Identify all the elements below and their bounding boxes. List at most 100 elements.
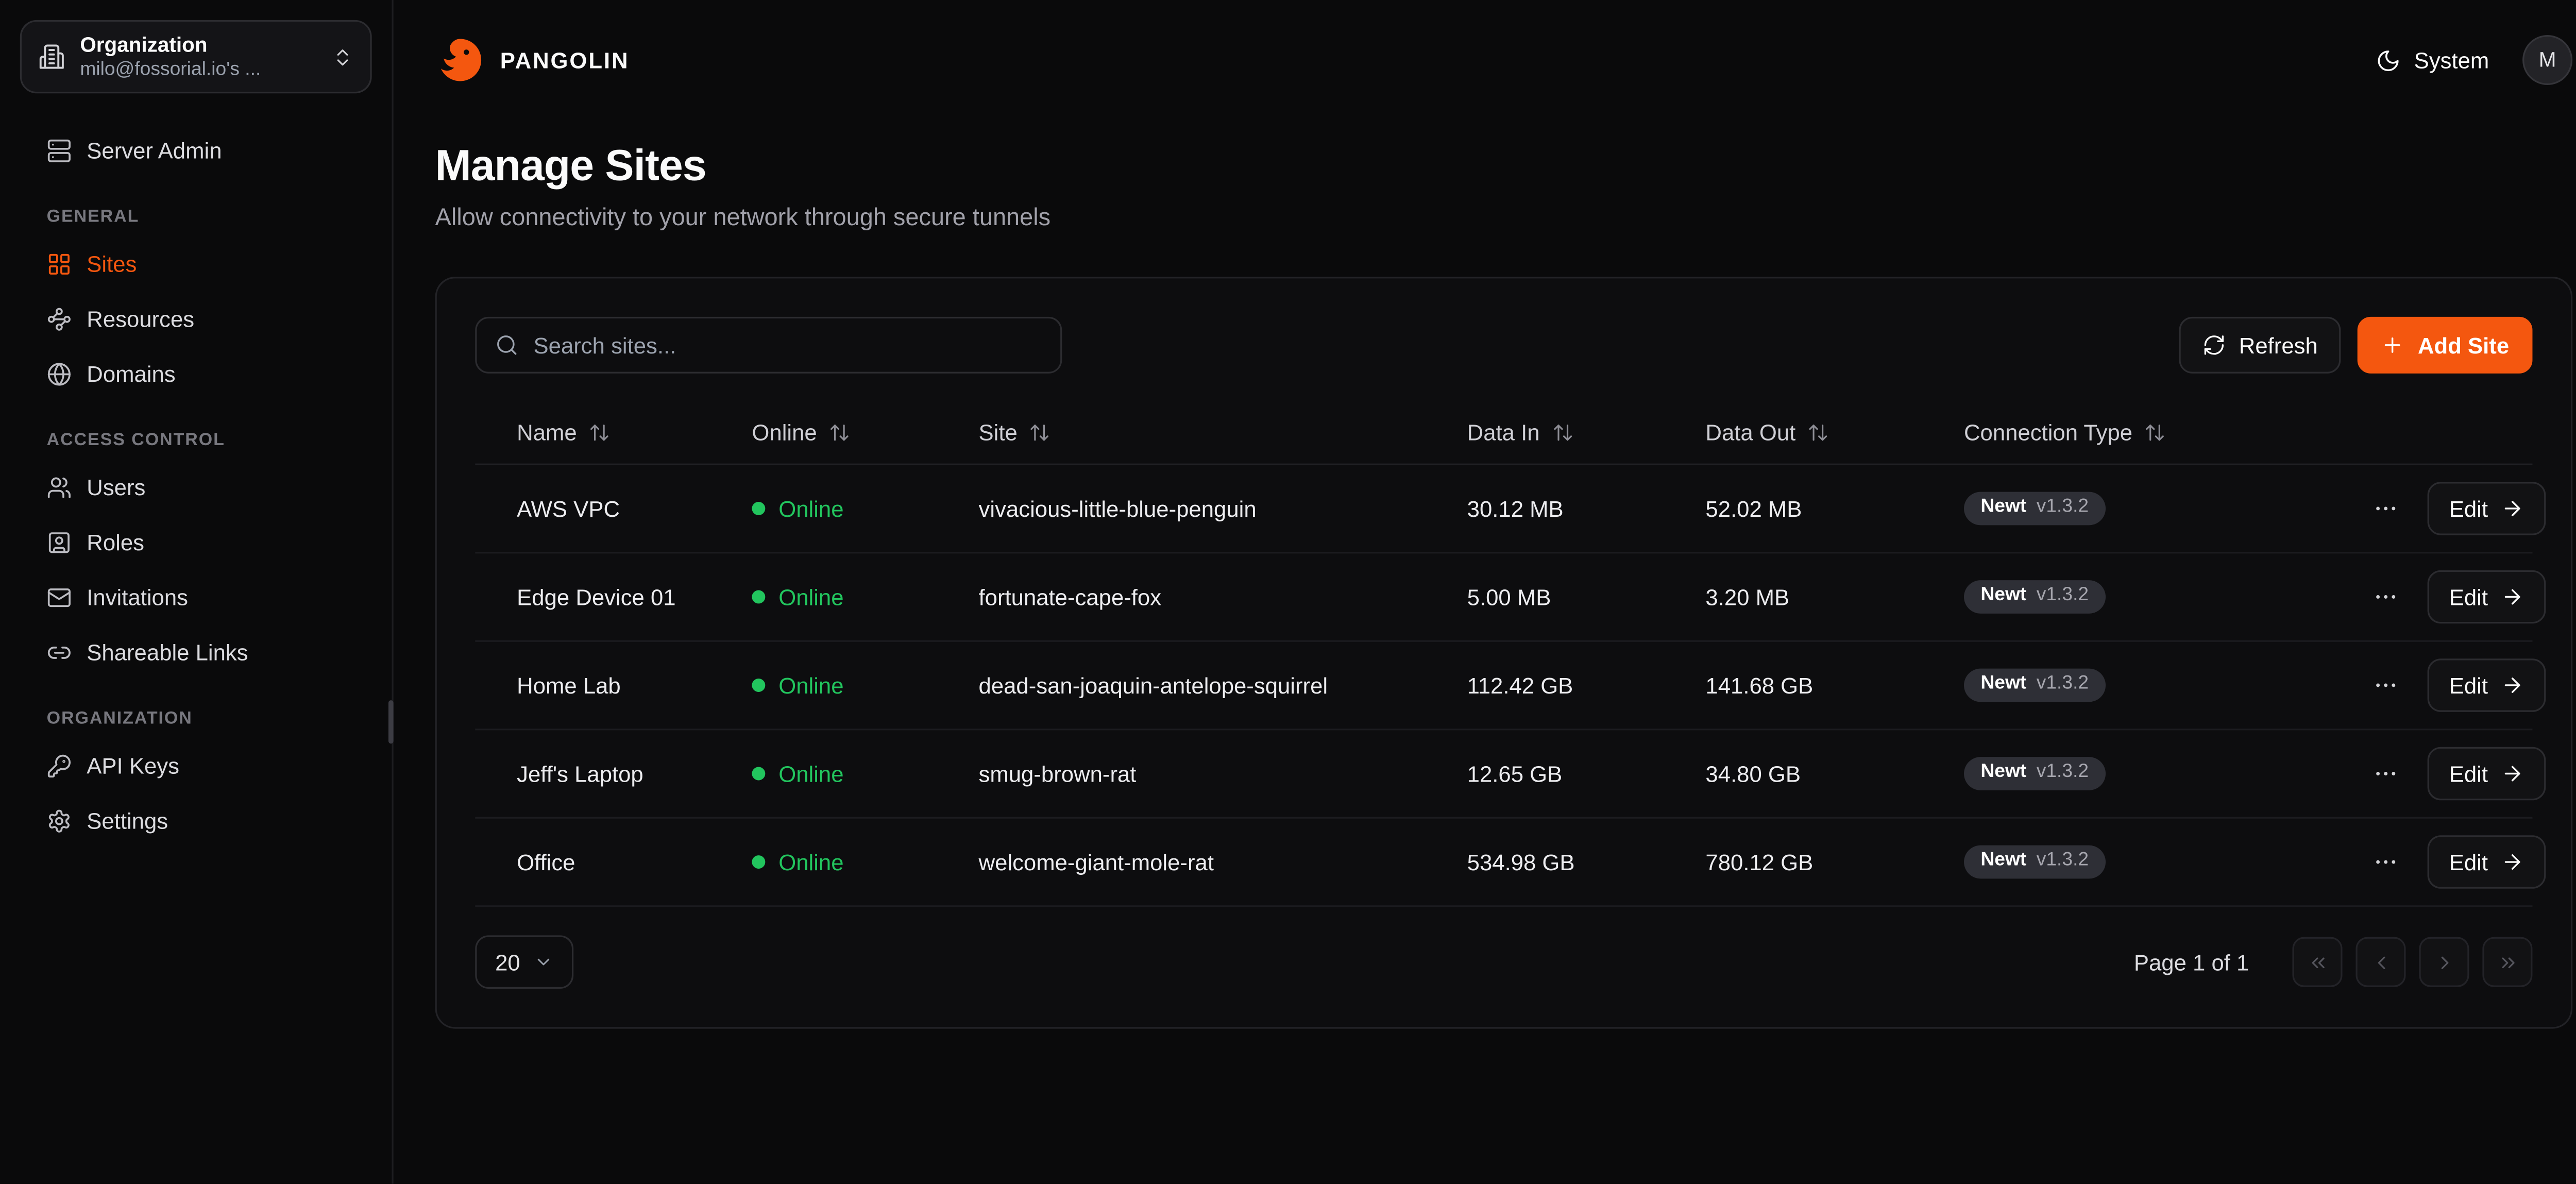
table-header: Name Online Site Data In xyxy=(475,402,2532,465)
connection-type-cell: Newt v1.3.2 xyxy=(1922,757,2327,790)
sort-icon xyxy=(2144,422,2166,444)
sidebar-item-api-keys[interactable]: API Keys xyxy=(0,739,392,794)
edit-button[interactable]: Edit xyxy=(2428,658,2547,712)
brand: PANGOLIN xyxy=(435,35,630,85)
sort-icon xyxy=(1029,422,1050,444)
sort-icon xyxy=(1551,422,1573,444)
sidebar-item-resources[interactable]: Resources xyxy=(0,292,392,347)
table-row: Edge Device 01 Online fortunate-cape-fox… xyxy=(475,553,2532,642)
theme-toggle-button[interactable]: System xyxy=(2376,47,2489,73)
sidebar-item-label: Users xyxy=(87,475,145,500)
table-body: AWS VPC Online vivacious-little-blue-pen… xyxy=(475,465,2532,907)
topbar: PANGOLIN System M xyxy=(394,0,2576,120)
page-head: Manage Sites Allow connectivity to your … xyxy=(394,120,2576,232)
building-icon xyxy=(38,43,65,70)
column-header-data-out[interactable]: Data Out xyxy=(1664,420,1923,445)
edit-label: Edit xyxy=(2449,584,2488,610)
edit-button[interactable]: Edit xyxy=(2428,747,2547,801)
topbar-right: System M xyxy=(2376,35,2572,85)
chevrons-left-icon xyxy=(2307,951,2328,973)
moon-icon xyxy=(2376,47,2401,73)
online-label: Online xyxy=(778,496,843,521)
sidebar-scrollbar-thumb[interactable] xyxy=(388,700,394,743)
sort-icon xyxy=(828,422,850,444)
sidebar-item-roles[interactable]: Roles xyxy=(0,515,392,570)
sidebar-item-domains[interactable]: Domains xyxy=(0,347,392,402)
row-menu-button[interactable] xyxy=(2369,757,2402,790)
row-menu-button[interactable] xyxy=(2369,669,2402,702)
online-label: Online xyxy=(778,584,843,610)
org-switcher[interactable]: Organization milo@fossorial.io's ... xyxy=(20,20,372,93)
page-title: Manage Sites xyxy=(435,140,2573,192)
ellipsis-icon xyxy=(2372,672,2399,699)
site-tunnel-cell: dead-san-joaquin-antelope-squirrel xyxy=(937,673,1426,698)
online-dot xyxy=(752,502,765,515)
connection-badge: Newt v1.3.2 xyxy=(1964,581,2105,613)
sites-card: Refresh Add Site Name Online xyxy=(435,277,2573,1028)
data-in-cell: 112.42 GB xyxy=(1426,673,1664,698)
card-footer: 20 Page 1 of 1 xyxy=(475,935,2532,989)
site-name-cell: Edge Device 01 xyxy=(475,584,710,610)
sort-icon xyxy=(1807,422,1829,444)
sidebar-item-settings[interactable]: Settings xyxy=(0,793,392,849)
connection-type-cell: Newt v1.3.2 xyxy=(1922,581,2327,613)
edit-button[interactable]: Edit xyxy=(2428,835,2547,889)
arrow-right-icon xyxy=(2501,850,2524,873)
sidebar-item-shareable-links[interactable]: Shareable Links xyxy=(0,625,392,681)
sidebar-item-sites[interactable]: Sites xyxy=(0,237,392,292)
sidebar-item-label: Resources xyxy=(87,307,194,332)
search-input[interactable] xyxy=(534,333,1042,358)
column-header-name[interactable]: Name xyxy=(475,420,710,445)
brand-name: PANGOLIN xyxy=(500,47,630,73)
previous-page-button[interactable] xyxy=(2355,937,2405,987)
edit-label: Edit xyxy=(2449,761,2488,786)
org-texts: Organization milo@fossorial.io's ... xyxy=(80,33,317,80)
online-label: Online xyxy=(778,673,843,698)
connection-type-cell: Newt v1.3.2 xyxy=(1922,492,2327,525)
site-status-cell: Online xyxy=(710,673,937,698)
user-badge-icon xyxy=(47,530,72,555)
column-header-online[interactable]: Online xyxy=(710,420,937,445)
row-actions-cell: Edit xyxy=(2327,482,2560,535)
row-actions-cell: Edit xyxy=(2327,658,2560,712)
site-status-cell: Online xyxy=(710,496,937,521)
sidebar-item-label: Domains xyxy=(87,362,175,387)
edit-label: Edit xyxy=(2449,496,2488,521)
data-in-cell: 5.00 MB xyxy=(1426,584,1664,610)
sidebar-section-access-control: ACCESS CONTROL xyxy=(47,430,372,450)
column-header-data-in[interactable]: Data In xyxy=(1426,420,1664,445)
sort-icon xyxy=(588,422,610,444)
sidebar-item-invitations[interactable]: Invitations xyxy=(0,570,392,625)
ellipsis-icon xyxy=(2372,760,2399,787)
last-page-button[interactable] xyxy=(2482,937,2532,987)
sidebar-item-label: Invitations xyxy=(87,585,188,611)
column-header-connection-type[interactable]: Connection Type xyxy=(1922,420,2327,445)
arrow-right-icon xyxy=(2501,762,2524,785)
search-icon xyxy=(495,333,518,357)
row-menu-button[interactable] xyxy=(2369,580,2402,614)
column-header-site[interactable]: Site xyxy=(937,420,1426,445)
add-site-button[interactable]: Add Site xyxy=(2358,317,2532,374)
sidebar-item-server-admin[interactable]: Server Admin xyxy=(0,123,392,178)
edit-button[interactable]: Edit xyxy=(2428,482,2547,535)
gear-icon xyxy=(47,808,72,834)
connection-badge: Newt v1.3.2 xyxy=(1964,669,2105,701)
sidebar-item-users[interactable]: Users xyxy=(0,460,392,515)
first-page-button[interactable] xyxy=(2293,937,2343,987)
search-box[interactable] xyxy=(475,317,1062,374)
row-menu-button[interactable] xyxy=(2369,845,2402,879)
refresh-icon xyxy=(2202,333,2226,357)
site-name-cell: Home Lab xyxy=(475,673,710,698)
user-avatar[interactable]: M xyxy=(2522,35,2572,85)
refresh-button[interactable]: Refresh xyxy=(2179,317,2341,374)
site-tunnel-cell: welcome-giant-mole-rat xyxy=(937,850,1426,875)
main-area: PANGOLIN System M Manage Sites Allow con… xyxy=(394,0,2576,1184)
edit-button[interactable]: Edit xyxy=(2428,570,2547,624)
row-menu-button[interactable] xyxy=(2369,492,2402,526)
site-status-cell: Online xyxy=(710,761,937,786)
next-page-button[interactable] xyxy=(2419,937,2469,987)
connection-badge: Newt v1.3.2 xyxy=(1964,492,2105,525)
site-status-cell: Online xyxy=(710,850,937,875)
sidebar-item-label: API Keys xyxy=(87,754,179,779)
rows-per-page-select[interactable]: 20 xyxy=(475,935,573,989)
